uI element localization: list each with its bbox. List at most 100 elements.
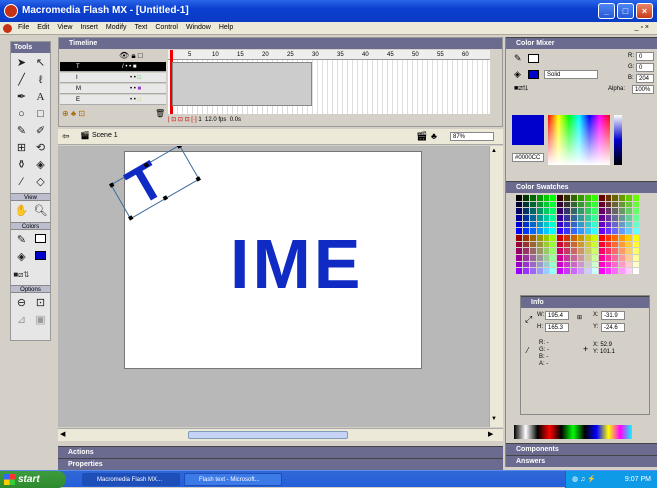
frames-grid[interactable]: 5 10 15 20 25 30 35 40 45 50 55 60 xyxy=(168,50,490,114)
swatch-cell[interactable] xyxy=(619,195,626,201)
swatch-cell[interactable] xyxy=(529,201,536,208)
swatch-cell[interactable] xyxy=(516,201,522,208)
swatch-cell[interactable] xyxy=(550,261,557,268)
doc-window-controls[interactable]: _ ▫ × xyxy=(631,23,653,32)
layer-visibility-icons[interactable]: 👁︎ 🔒︎ □ xyxy=(119,51,143,61)
swatch-cell[interactable] xyxy=(605,228,612,234)
mixer-swap-icons[interactable]: ■⧄⇅ xyxy=(514,85,528,93)
close-button[interactable]: × xyxy=(636,3,653,19)
g-field[interactable]: 0 xyxy=(636,63,654,72)
swatch-cell[interactable] xyxy=(605,248,612,254)
swatch-cell[interactable] xyxy=(571,201,577,208)
swatch-cell[interactable] xyxy=(536,268,543,274)
swatch-cell[interactable] xyxy=(584,261,591,268)
actions-panel-header[interactable]: Actions xyxy=(58,446,503,458)
swatch-cell[interactable] xyxy=(571,235,577,241)
info-header[interactable]: Info xyxy=(521,296,649,308)
swatch-cell[interactable] xyxy=(598,255,605,261)
snap-option-icon[interactable]: ⊖ xyxy=(12,295,31,312)
swatch-cell[interactable] xyxy=(536,215,543,221)
swatch-cell[interactable] xyxy=(536,208,543,214)
swatch-cell[interactable] xyxy=(591,255,598,261)
swatch-cell[interactable] xyxy=(591,228,598,234)
stroke-color-icon[interactable]: ✎ xyxy=(12,232,31,249)
h-scroll-thumb[interactable] xyxy=(188,431,348,439)
swatch-cell[interactable] xyxy=(633,228,639,234)
swatch-cell[interactable] xyxy=(626,248,633,254)
swatch-cell[interactable] xyxy=(543,201,550,208)
lasso-tool-icon[interactable]: ℓ xyxy=(31,72,50,89)
swatch-cell[interactable] xyxy=(516,255,522,261)
menu-view[interactable]: View xyxy=(53,23,76,32)
swatch-cell[interactable] xyxy=(591,208,598,214)
swatch-cell[interactable] xyxy=(516,208,522,214)
edit-symbol-icon[interactable]: ♣ xyxy=(431,131,437,141)
swatch-cell[interactable] xyxy=(564,248,571,254)
hex-field[interactable]: #0000CC xyxy=(512,153,544,162)
swatch-cell[interactable] xyxy=(550,248,557,254)
color-mixer-header[interactable]: Color Mixer xyxy=(506,37,657,49)
swatch-cell[interactable] xyxy=(584,241,591,248)
swatch-cell[interactable] xyxy=(522,201,529,208)
swatch-cell[interactable] xyxy=(612,235,619,241)
layer-row[interactable]: E • • □ xyxy=(60,95,166,105)
ime-text[interactable]: IME xyxy=(230,224,363,304)
hand-tool-icon[interactable]: ✋ xyxy=(12,203,31,220)
swatch-cell[interactable] xyxy=(536,221,543,228)
swatch-cell[interactable] xyxy=(543,235,550,241)
swatch-cell[interactable] xyxy=(598,248,605,254)
swatch-cell[interactable] xyxy=(564,235,571,241)
swatch-cell[interactable] xyxy=(619,201,626,208)
swatch-cell[interactable] xyxy=(605,208,612,214)
fill-swatch-mixer[interactable] xyxy=(528,70,539,79)
swatch-cell[interactable] xyxy=(564,241,571,248)
swatch-cell[interactable] xyxy=(619,255,626,261)
swatch-cell[interactable] xyxy=(578,195,584,201)
swatch-cell[interactable] xyxy=(557,208,564,214)
swatch-cell[interactable] xyxy=(543,221,550,228)
swatch-cell[interactable] xyxy=(557,221,564,228)
swatch-cell[interactable] xyxy=(578,261,584,268)
smooth-option-icon[interactable]: ⊡ xyxy=(31,295,50,312)
menu-window[interactable]: Window xyxy=(182,23,215,32)
swatch-cell[interactable] xyxy=(626,255,633,261)
swatch-cell[interactable] xyxy=(626,215,633,221)
swatch-cell[interactable] xyxy=(529,248,536,254)
swatch-cell[interactable] xyxy=(516,215,522,221)
swatch-cell[interactable] xyxy=(578,235,584,241)
swatch-cell[interactable] xyxy=(578,255,584,261)
swatch-cell[interactable] xyxy=(571,228,577,234)
swatch-cell[interactable] xyxy=(584,235,591,241)
swatch-cell[interactable] xyxy=(564,215,571,221)
edit-scene-icon[interactable]: 🎬︎ xyxy=(416,131,427,142)
swatch-cell[interactable] xyxy=(522,261,529,268)
tray-icons[interactable]: ◍ ♫ ⚡ xyxy=(572,471,596,488)
swatch-cell[interactable] xyxy=(522,228,529,234)
h-field[interactable]: 165.3 xyxy=(545,323,569,332)
swatch-cell[interactable] xyxy=(536,255,543,261)
swatch-cell[interactable] xyxy=(522,221,529,228)
swatch-cell[interactable] xyxy=(571,248,577,254)
swatch-cell[interactable] xyxy=(605,221,612,228)
swatch-cell[interactable] xyxy=(516,221,522,228)
swatch-cell[interactable] xyxy=(516,228,522,234)
rotate-option-icon[interactable]: ⊿ xyxy=(12,312,31,329)
fill-color-icon[interactable]: ◈ xyxy=(12,249,31,266)
swatch-cell[interactable] xyxy=(543,215,550,221)
minimize-button[interactable]: _ xyxy=(598,3,615,19)
swatch-cell[interactable] xyxy=(612,208,619,214)
menu-modify[interactable]: Modify xyxy=(102,23,131,32)
swatch-cell[interactable] xyxy=(612,261,619,268)
stage-canvas[interactable]: IME T xyxy=(108,146,422,369)
swatch-cell[interactable] xyxy=(633,268,639,274)
swatch-cell[interactable] xyxy=(612,248,619,254)
r-field[interactable]: 0 xyxy=(636,52,654,61)
swatch-cell[interactable] xyxy=(612,255,619,261)
swatch-cell[interactable] xyxy=(564,208,571,214)
color-spectrum[interactable] xyxy=(548,115,610,165)
w-field[interactable]: 195.4 xyxy=(545,311,569,320)
swatch-cell[interactable] xyxy=(529,235,536,241)
swatch-cell[interactable] xyxy=(550,195,557,201)
swatch-cell[interactable] xyxy=(598,208,605,214)
registration-icon[interactable]: ⊞ xyxy=(577,314,582,321)
